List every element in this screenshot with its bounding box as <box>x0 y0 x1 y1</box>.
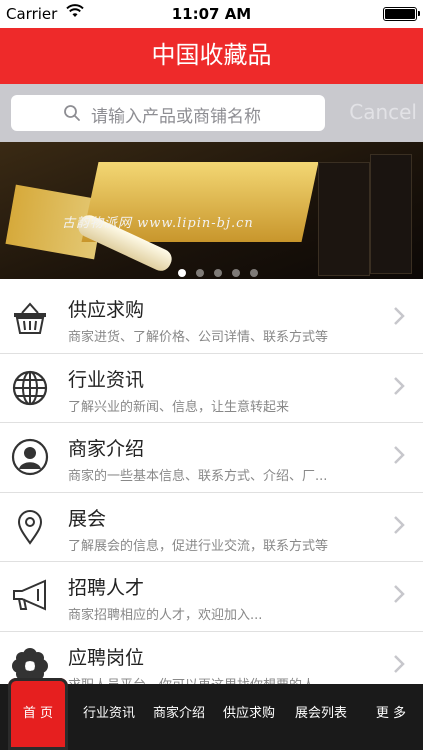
megaphone-icon <box>11 577 49 615</box>
person-icon <box>11 438 49 476</box>
list-item-subtitle: 商家进货、了解价格、公司详情、联系方式等 <box>68 330 329 345</box>
chevron-right-icon <box>393 584 405 608</box>
chevron-right-icon <box>393 306 405 330</box>
page-dot[interactable] <box>178 269 186 277</box>
location-pin-icon <box>11 508 49 546</box>
chevron-right-icon <box>393 445 405 469</box>
tab-merchant-intro[interactable]: 商家介绍 <box>146 684 212 750</box>
tab-industry-news[interactable]: 行业资讯 <box>76 684 142 750</box>
chevron-right-icon <box>393 654 405 678</box>
basket-icon <box>11 299 49 337</box>
tab-more[interactable]: 更 多 <box>362 684 420 750</box>
page-dot[interactable] <box>196 269 204 277</box>
tab-bar: 首 页 行业资讯 商家介绍 供应求购 展会列表 更 多 <box>0 678 423 750</box>
list-item[interactable]: 商家介绍 商家的一些基本信息、联系方式、介绍、厂... <box>0 423 423 493</box>
chevron-right-icon <box>393 376 405 400</box>
page-dot[interactable] <box>250 269 258 277</box>
battery-icon <box>383 7 420 21</box>
search-placeholder: 请输入产品或商铺名称 <box>91 107 261 127</box>
menu-list: 供应求购 商家进货、了解价格、公司详情、联系方式等 行业资讯 了解兴业的新闻、信… <box>0 284 423 702</box>
search-input[interactable]: 请输入产品或商铺名称 <box>11 95 325 131</box>
list-item-subtitle: 了解展会的信息，促进行业交流，联系方式等 <box>68 538 329 554</box>
clock: 11:07 AM <box>171 5 252 23</box>
list-item[interactable]: 供应求购 商家进货、了解价格、公司详情、联系方式等 <box>0 284 423 354</box>
nav-bar: 中国收藏品 <box>0 28 423 84</box>
banner-plaque <box>318 162 370 276</box>
page-dot[interactable] <box>232 269 240 277</box>
tab-supply-demand[interactable]: 供应求购 <box>216 684 282 750</box>
list-item-subtitle: 商家招聘相应的人才，欢迎加入... <box>68 608 263 624</box>
list-item-title: 供应求购 <box>68 299 145 321</box>
page-indicator[interactable] <box>178 262 268 279</box>
list-item-title: 展会 <box>68 507 107 530</box>
list-item-title: 招聘人才 <box>68 577 145 600</box>
list-item[interactable]: 行业资讯 了解兴业的新闻、信息，让生意转起来 <box>0 354 423 424</box>
tab-home[interactable]: 首 页 <box>8 678 68 750</box>
search-bar: 请输入产品或商铺名称 Cancel <box>0 84 423 142</box>
list-item-title: 商家介绍 <box>68 438 145 461</box>
list-item-subtitle: 了解兴业的新闻、信息，让生意转起来 <box>68 399 290 415</box>
page-dot[interactable] <box>214 269 222 277</box>
list-item[interactable]: 招聘人才 商家招聘相应的人才，欢迎加入... <box>0 562 423 632</box>
list-item-subtitle: 商家的一些基本信息、联系方式、介绍、厂... <box>68 469 328 485</box>
banner-plaque <box>370 154 412 274</box>
banner-carousel[interactable]: 古韵物派网 www.lipin-bj.cn <box>0 142 423 279</box>
list-item-title: 应聘岗位 <box>68 646 145 669</box>
chevron-right-icon <box>393 515 405 539</box>
list-item-title: 行业资讯 <box>68 368 145 391</box>
tab-exhibitions[interactable]: 展会列表 <box>286 684 356 750</box>
page-title: 中国收藏品 <box>151 41 272 69</box>
status-bar: Carrier 11:07 AM <box>0 0 423 28</box>
banner-watermark: 古韵物派网 www.lipin-bj.cn <box>62 216 254 231</box>
cancel-button[interactable]: Cancel <box>349 100 417 124</box>
globe-icon <box>11 369 49 407</box>
list-item[interactable]: 展会 了解展会的信息，促进行业交流，联系方式等 <box>0 493 423 563</box>
search-icon <box>63 104 81 126</box>
